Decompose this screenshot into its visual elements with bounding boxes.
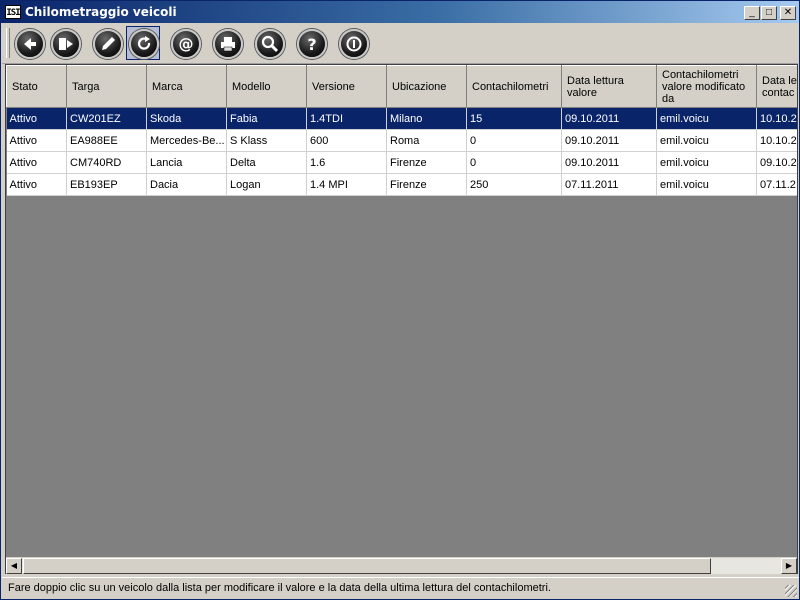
cell-stato[interactable]: Attivo: [6, 151, 67, 174]
printer-icon: [221, 37, 235, 52]
cell-marca[interactable]: Dacia: [146, 173, 227, 196]
pencil-icon: [102, 37, 115, 50]
at-sign-icon: @: [179, 35, 194, 53]
resize-grip[interactable]: [785, 585, 797, 597]
cell-ubicazione[interactable]: Firenze: [386, 151, 467, 174]
scroll-left-button[interactable]: ◀: [6, 558, 22, 574]
cell-targa[interactable]: EB193EP: [66, 173, 147, 196]
table-row[interactable]: Attivo EB193EP Dacia Logan 1.4 MPI Firen…: [6, 173, 797, 196]
cell-stato[interactable]: Attivo: [6, 107, 67, 130]
cell-modificato-da[interactable]: emil.voicu: [656, 151, 757, 174]
cell-contachilometri[interactable]: 15: [466, 107, 562, 130]
maximize-button[interactable]: □: [761, 6, 777, 20]
column-header-marca[interactable]: Marca: [146, 65, 227, 108]
column-header-stato[interactable]: Stato: [6, 65, 67, 108]
info-button[interactable]: [336, 26, 370, 60]
cell-data-lettura-contachilometri[interactable]: 09.10.2: [756, 151, 797, 174]
question-icon: ?: [307, 35, 316, 54]
cell-stato[interactable]: Attivo: [6, 173, 67, 196]
column-header-modello[interactable]: Modello: [226, 65, 307, 108]
exit-button[interactable]: [48, 26, 82, 60]
header-row: Stato Targa Marca Modello Versione Ubica…: [6, 65, 797, 108]
svg-text:@: @: [179, 35, 194, 53]
vehicle-grid[interactable]: Stato Targa Marca Modello Versione Ubica…: [5, 64, 798, 574]
table-body: Attivo CW201EZ Skoda Fabia 1.4TDI Milano…: [6, 107, 797, 196]
column-header-data-lettura[interactable]: Data lettura valore: [561, 65, 657, 108]
window-title: Chilometraggio veicoli: [25, 5, 177, 19]
cell-modificato-da[interactable]: emil.voicu: [656, 129, 757, 152]
cell-contachilometri[interactable]: 0: [466, 129, 562, 152]
cell-versione[interactable]: 1.4TDI: [306, 107, 387, 130]
refresh-icon: [137, 36, 151, 50]
column-header-contachilometri[interactable]: Contachilometri: [466, 65, 562, 108]
cell-modello[interactable]: Logan: [226, 173, 307, 196]
magnifier-icon: [261, 35, 279, 53]
cell-modello[interactable]: S Klass: [226, 129, 307, 152]
cell-versione[interactable]: 1.4 MPI: [306, 173, 387, 196]
cell-marca[interactable]: Skoda: [146, 107, 227, 130]
app-icon: ISI: [5, 5, 21, 19]
column-header-versione[interactable]: Versione: [306, 65, 387, 108]
status-text: Fare doppio clic su un veicolo dalla lis…: [8, 582, 551, 594]
column-header-data-lettura-contachilometri[interactable]: Data le contac: [756, 65, 797, 108]
toolbar-grip[interactable]: [6, 28, 10, 58]
scroll-right-button[interactable]: ▶: [781, 558, 797, 574]
cell-modificato-da[interactable]: emil.voicu: [656, 173, 757, 196]
cell-data-lettura[interactable]: 09.10.2011: [561, 107, 657, 130]
info-icon: [346, 36, 362, 52]
search-button[interactable]: [252, 26, 286, 60]
horizontal-scrollbar[interactable]: ◀ ▶: [6, 557, 797, 574]
cell-data-lettura[interactable]: 09.10.2011: [561, 129, 657, 152]
cell-contachilometri[interactable]: 250: [466, 173, 562, 196]
cell-modello[interactable]: Delta: [226, 151, 307, 174]
cell-ubicazione[interactable]: Milano: [386, 107, 467, 130]
table-row[interactable]: Attivo CM740RD Lancia Delta 1.6 Firenze …: [6, 151, 797, 174]
cell-versione[interactable]: 600: [306, 129, 387, 152]
cell-data-lettura-contachilometri[interactable]: 10.10.2: [756, 107, 797, 130]
table-row[interactable]: Attivo CW201EZ Skoda Fabia 1.4TDI Milano…: [6, 107, 797, 130]
cell-contachilometri[interactable]: 0: [466, 151, 562, 174]
column-header-modificato-da[interactable]: Contachilometri valore modificato da: [656, 65, 757, 108]
svg-text:?: ?: [307, 35, 316, 54]
minimize-button[interactable]: _: [744, 6, 760, 20]
refresh-button[interactable]: [126, 26, 160, 60]
cell-data-lettura-contachilometri[interactable]: 07.11.2: [756, 173, 797, 196]
edit-button[interactable]: [90, 26, 124, 60]
print-button[interactable]: [210, 26, 244, 60]
exit-door-icon: [59, 38, 73, 50]
cell-data-lettura[interactable]: 07.11.2011: [561, 173, 657, 196]
toolbar: @ ?: [2, 24, 798, 64]
close-button[interactable]: ✕: [780, 6, 796, 20]
cell-modificato-da[interactable]: emil.voicu: [656, 107, 757, 130]
cell-targa[interactable]: EA988EE: [66, 129, 147, 152]
cell-marca[interactable]: Lancia: [146, 151, 227, 174]
column-header-ubicazione[interactable]: Ubicazione: [386, 65, 467, 108]
status-bar: Fare doppio clic su un veicolo dalla lis…: [2, 577, 799, 599]
vehicle-table: Stato Targa Marca Modello Versione Ubica…: [6, 65, 797, 196]
cell-versione[interactable]: 1.6: [306, 151, 387, 174]
cell-ubicazione[interactable]: Roma: [386, 129, 467, 152]
cell-data-lettura[interactable]: 09.10.2011: [561, 151, 657, 174]
cell-targa[interactable]: CW201EZ: [66, 107, 147, 130]
help-button[interactable]: ?: [294, 26, 328, 60]
column-header-targa[interactable]: Targa: [66, 65, 147, 108]
scroll-thumb[interactable]: [23, 558, 711, 574]
main-window: ISI Chilometraggio veicoli _ □ ✕ @ ? Sta…: [0, 0, 800, 600]
cell-marca[interactable]: Mercedes-Be...: [146, 129, 227, 152]
back-button[interactable]: [12, 26, 46, 60]
cell-data-lettura-contachilometri[interactable]: 10.10.2: [756, 129, 797, 152]
cell-ubicazione[interactable]: Firenze: [386, 173, 467, 196]
email-button[interactable]: @: [168, 26, 202, 60]
cell-stato[interactable]: Attivo: [6, 129, 67, 152]
cell-modello[interactable]: Fabia: [226, 107, 307, 130]
arrow-left-icon: [24, 38, 36, 50]
title-bar[interactable]: ISI Chilometraggio veicoli _ □ ✕: [1, 1, 799, 23]
cell-targa[interactable]: CM740RD: [66, 151, 147, 174]
table-row[interactable]: Attivo EA988EE Mercedes-Be... S Klass 60…: [6, 129, 797, 152]
